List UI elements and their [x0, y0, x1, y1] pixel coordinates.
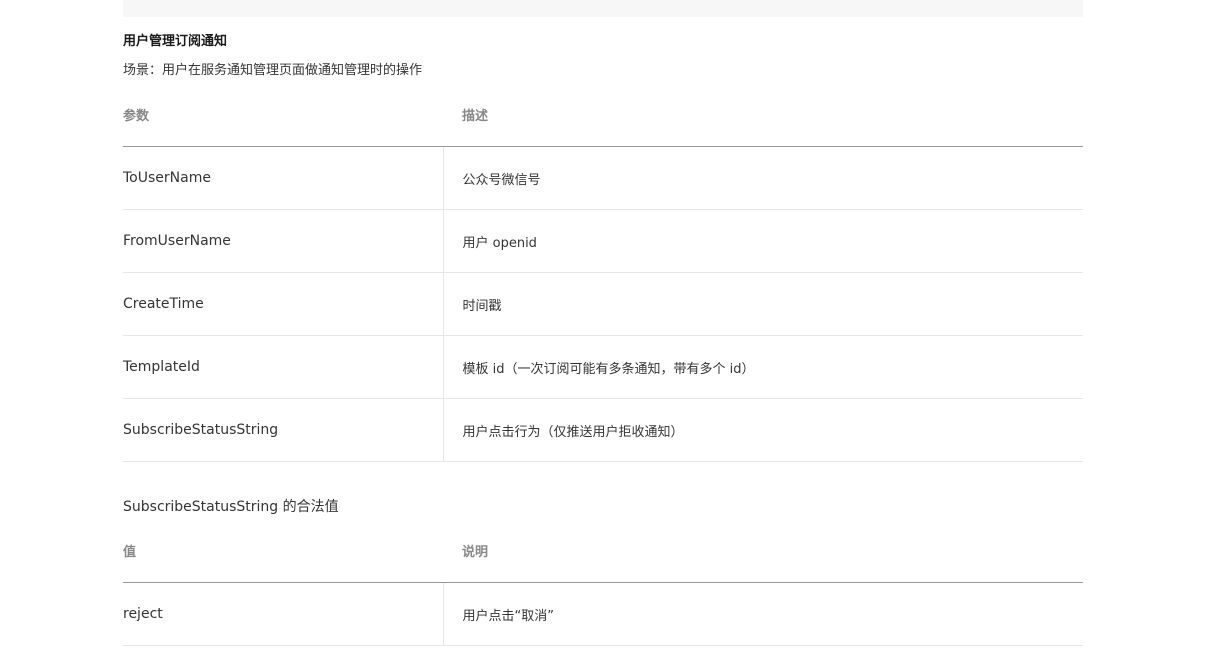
param-name: SubscribeStatusString	[123, 398, 443, 462]
param-name: TemplateId	[123, 335, 443, 399]
table-header-row: 值 说明	[123, 536, 1083, 583]
param-description: 公众号微信号	[442, 146, 1083, 210]
param-description: 用户点击行为（仅推送用户拒收通知）	[442, 398, 1083, 462]
param-description: 模板 id（一次订阅可能有多条通知，带有多个 id）	[442, 335, 1083, 399]
table-row: FromUserName 用户 openid	[123, 209, 1083, 273]
table-row: ToUserName 公众号微信号	[123, 146, 1083, 210]
values-section-title: SubscribeStatusString 的合法值	[123, 499, 339, 515]
value-explanation: 用户点击“取消”	[442, 582, 1083, 646]
param-description: 时间戳	[442, 272, 1083, 336]
param-name: ToUserName	[123, 146, 443, 210]
header-param: 参数	[123, 100, 443, 147]
header-explanation: 说明	[443, 536, 1083, 583]
table-row: TemplateId 模板 id（一次订阅可能有多条通知，带有多个 id）	[123, 335, 1083, 399]
code-block-bottom	[123, 0, 1083, 17]
param-name: FromUserName	[123, 209, 443, 273]
param-name: CreateTime	[123, 272, 443, 336]
header-value: 值	[123, 536, 443, 583]
param-description: 用户 openid	[442, 209, 1083, 273]
values-table: 值 说明 reject 用户点击“取消”	[123, 536, 1083, 646]
value-name: reject	[123, 582, 443, 646]
header-description: 描述	[443, 100, 1083, 147]
table-row: CreateTime 时间戳	[123, 272, 1083, 336]
params-table: 参数 描述 ToUserName 公众号微信号 FromUserName 用户 …	[123, 100, 1083, 462]
table-row: reject 用户点击“取消”	[123, 582, 1083, 646]
table-header-row: 参数 描述	[123, 100, 1083, 147]
section-title: 用户管理订阅通知	[123, 34, 228, 49]
table-row: SubscribeStatusString 用户点击行为（仅推送用户拒收通知）	[123, 398, 1083, 462]
scene-description: 场景：用户在服务通知管理页面做通知管理时的操作	[123, 63, 423, 78]
